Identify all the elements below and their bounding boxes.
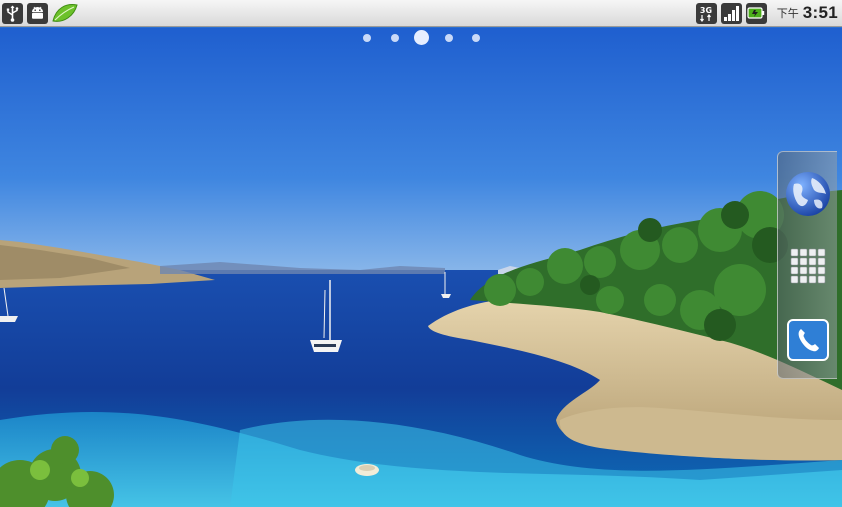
- leaf-notification-icon: [52, 2, 78, 24]
- page-dot-current[interactable]: [414, 30, 429, 45]
- clock-period: 下午: [776, 7, 799, 20]
- page-indicator[interactable]: [0, 29, 842, 47]
- globe-icon: [786, 172, 830, 216]
- android-debug-icon: [27, 2, 48, 24]
- grid-icon: [790, 248, 826, 284]
- usb-icon: [2, 2, 23, 24]
- home-wallpaper[interactable]: [0, 28, 842, 507]
- network-3g-icon: 3G: [695, 2, 717, 24]
- page-dot-4[interactable]: [445, 34, 453, 42]
- app-drawer-button[interactable]: [778, 236, 838, 296]
- system-status[interactable]: 3G 下午 3:51: [695, 2, 840, 24]
- phone-button[interactable]: [778, 310, 838, 370]
- notification-icons[interactable]: [2, 2, 78, 24]
- battery-icon: [745, 2, 767, 24]
- status-bar: 3G 下午 3:51: [0, 0, 842, 27]
- clock-time: 3:51: [802, 3, 838, 22]
- page-dot-5[interactable]: [472, 34, 480, 42]
- svg-text:3G: 3G: [700, 6, 712, 15]
- browser-button[interactable]: [778, 164, 838, 224]
- launcher-dock: [777, 151, 837, 379]
- phone-icon: [787, 319, 829, 361]
- page-dot-1[interactable]: [363, 34, 371, 42]
- page-dot-2[interactable]: [391, 34, 399, 42]
- signal-strength-icon: [720, 2, 742, 24]
